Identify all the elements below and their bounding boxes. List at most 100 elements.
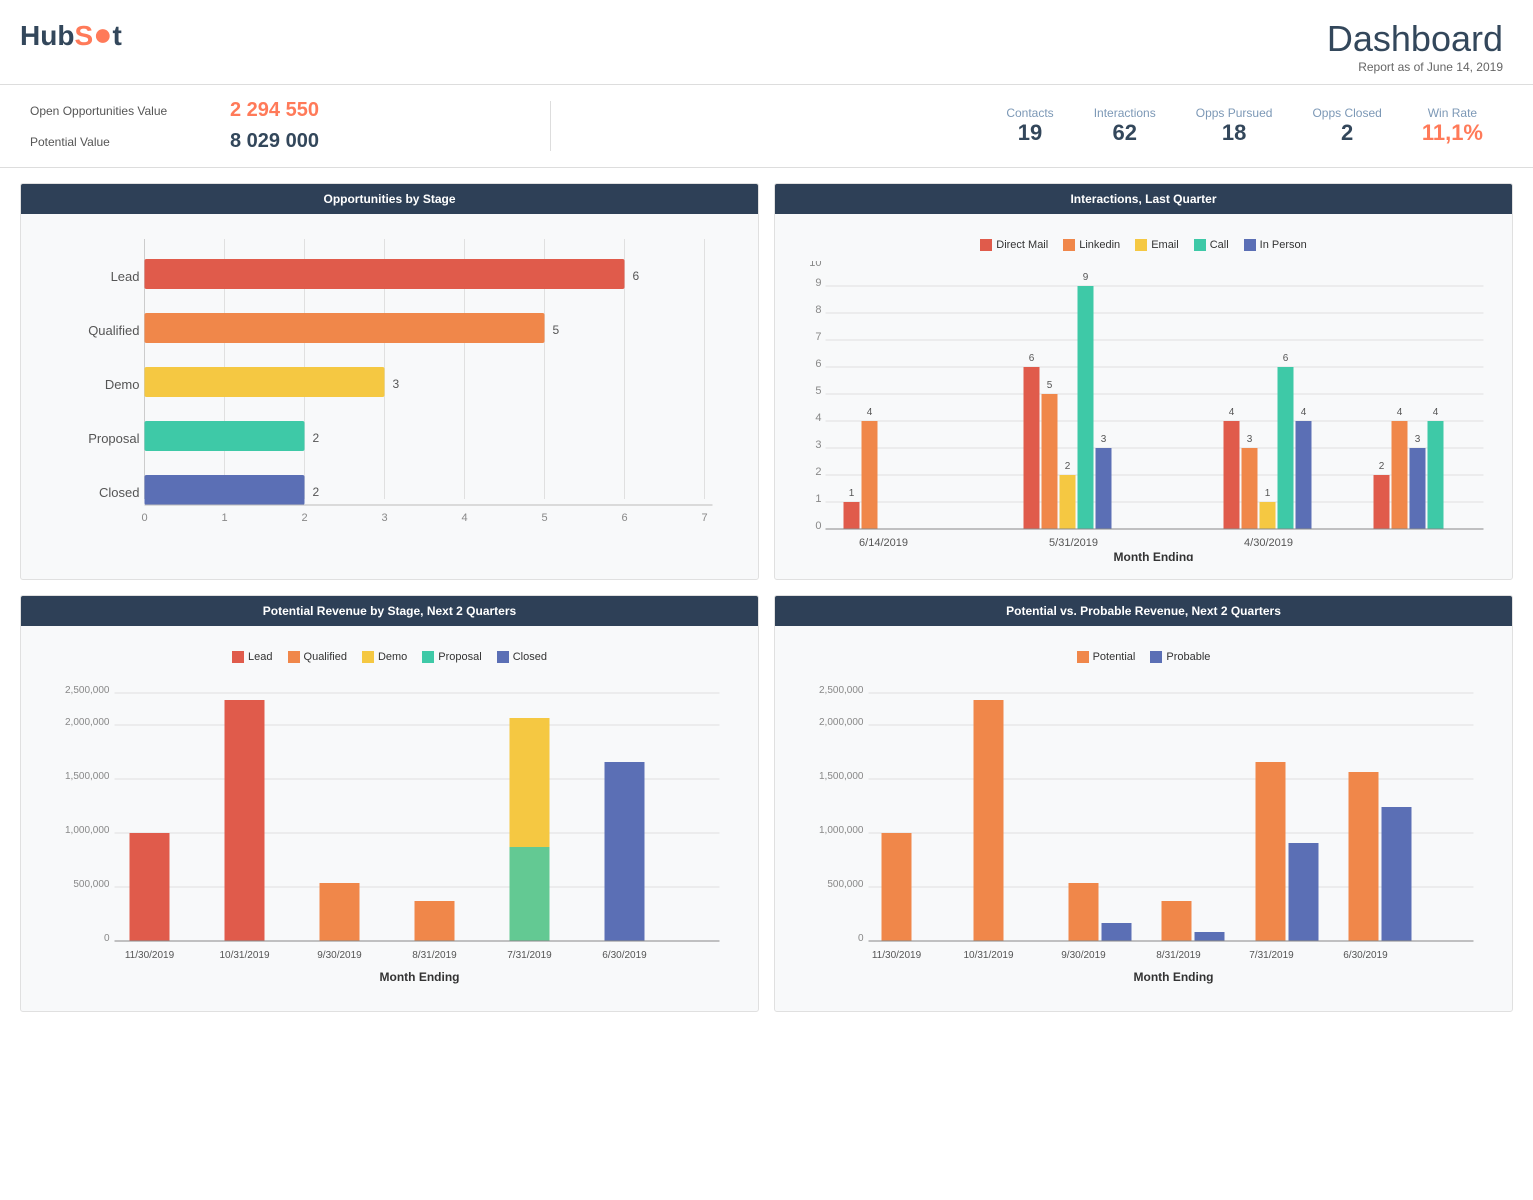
- open-opps-label: Open Opportunities Value: [30, 104, 230, 118]
- svg-text:4: 4: [867, 407, 873, 418]
- metrics-left: Open Opportunities Value 2 294 550 Poten…: [30, 95, 530, 157]
- svg-text:2,500,000: 2,500,000: [819, 685, 864, 696]
- potential-color-4: [1077, 651, 1089, 663]
- in-person-color: [1244, 239, 1256, 251]
- potential-label-4: Potential: [1093, 651, 1136, 663]
- open-opps-metric: Open Opportunities Value 2 294 550: [30, 95, 530, 126]
- opps-closed-metric: Opps Closed 2: [1312, 106, 1381, 146]
- chart4-header: Potential vs. Probable Revenue, Next 2 Q…: [775, 596, 1512, 626]
- legend4-potential: Potential: [1077, 651, 1136, 663]
- legend-in-person: In Person: [1244, 239, 1307, 251]
- svg-text:2,500,000: 2,500,000: [65, 685, 110, 696]
- svg-text:2: 2: [301, 512, 307, 524]
- svg-text:Proposal: Proposal: [88, 431, 139, 446]
- closed-color-3: [497, 651, 509, 663]
- svg-text:7: 7: [701, 512, 707, 524]
- svg-text:3: 3: [1101, 434, 1107, 445]
- chart-potential-probable: Potential vs. Probable Revenue, Next 2 Q…: [774, 595, 1513, 1012]
- chart2-svg: 0 1 2 3 4 5 6 7 8 9 10: [790, 261, 1497, 561]
- svg-text:1,000,000: 1,000,000: [65, 825, 110, 836]
- svg-text:7/31/2019: 7/31/2019: [1249, 950, 1294, 961]
- legend3-qualified: Qualified: [288, 651, 347, 663]
- legend4-probable: Probable: [1150, 651, 1210, 663]
- svg-text:1: 1: [1265, 488, 1271, 499]
- chart2-header: Interactions, Last Quarter: [775, 184, 1512, 214]
- chart1-svg: Lead 6 Qualified 5 Demo 3 Proposal 2: [36, 229, 743, 549]
- legend3-proposal: Proposal: [422, 651, 481, 663]
- proposal-label-3: Proposal: [438, 651, 481, 663]
- charts-container: Opportunities by Stage Lead 6: [0, 168, 1533, 1042]
- svg-text:3: 3: [1247, 434, 1253, 445]
- interactions-label: Interactions: [1094, 106, 1156, 120]
- chart1-header: Opportunities by Stage: [21, 184, 758, 214]
- metrics-right: Contacts 19 Interactions 62 Opps Pursued…: [571, 106, 1503, 146]
- chart3-header: Potential Revenue by Stage, Next 2 Quart…: [21, 596, 758, 626]
- svg-text:5/31/2019: 5/31/2019: [1049, 537, 1098, 549]
- chart2-legend: Direct Mail Linkedin Email Call: [790, 229, 1497, 261]
- svg-text:3: 3: [1415, 434, 1421, 445]
- chart4-legend: Potential Probable: [790, 641, 1497, 673]
- svg-text:Closed: Closed: [99, 485, 139, 500]
- svg-text:1: 1: [221, 512, 227, 524]
- legend3-closed: Closed: [497, 651, 547, 663]
- svg-text:4: 4: [1433, 407, 1439, 418]
- opps-closed-value: 2: [1312, 120, 1381, 146]
- svg-text:500,000: 500,000: [73, 879, 110, 890]
- svg-text:5: 5: [553, 323, 560, 337]
- svg-text:1: 1: [815, 493, 821, 505]
- svg-text:5: 5: [815, 385, 821, 397]
- svg-text:7: 7: [815, 331, 821, 343]
- email-color: [1135, 239, 1147, 251]
- svg-text:1,000,000: 1,000,000: [819, 825, 864, 836]
- svg-text:2: 2: [815, 466, 821, 478]
- svg-text:1,500,000: 1,500,000: [65, 771, 110, 782]
- legend-direct-mail: Direct Mail: [980, 239, 1048, 251]
- win-rate-value: 11,1%: [1422, 120, 1483, 146]
- open-opps-value: 2 294 550: [230, 99, 319, 122]
- potential-metric: Potential Value 8 029 000: [30, 126, 530, 157]
- win-rate-label: Win Rate: [1422, 106, 1483, 120]
- email-label: Email: [1151, 239, 1179, 251]
- dashboard-title-block: Dashboard Report as of June 14, 2019: [1327, 18, 1503, 74]
- logo-text: HubS●t: [20, 18, 122, 52]
- legend-linkedin: Linkedin: [1063, 239, 1120, 251]
- svg-text:500,000: 500,000: [827, 879, 864, 890]
- chart2-body: Direct Mail Linkedin Email Call: [775, 214, 1512, 579]
- svg-text:Month Ending: Month Ending: [1114, 550, 1194, 561]
- svg-text:6: 6: [815, 358, 821, 370]
- charts-row-2: Potential Revenue by Stage, Next 2 Quart…: [20, 595, 1513, 1012]
- qualified-color-3: [288, 651, 300, 663]
- opps-pursued-label: Opps Pursued: [1196, 106, 1273, 120]
- contacts-metric: Contacts 19: [1006, 106, 1053, 146]
- svg-text:6/30/2019: 6/30/2019: [602, 950, 647, 961]
- probable-label-4: Probable: [1166, 651, 1210, 663]
- svg-text:4: 4: [461, 512, 467, 524]
- svg-text:0: 0: [104, 933, 110, 944]
- win-rate-metric: Win Rate 11,1%: [1422, 106, 1483, 146]
- svg-text:3: 3: [393, 377, 400, 391]
- svg-text:4: 4: [1229, 407, 1235, 418]
- chart3-legend: Lead Qualified Demo Proposal: [36, 641, 743, 673]
- svg-text:4/30/2019: 4/30/2019: [1244, 537, 1293, 549]
- svg-text:9: 9: [815, 277, 821, 289]
- legend-email: Email: [1135, 239, 1179, 251]
- call-color: [1194, 239, 1206, 251]
- svg-text:8/31/2019: 8/31/2019: [1156, 950, 1201, 961]
- svg-text:2,000,000: 2,000,000: [65, 717, 110, 728]
- svg-text:6: 6: [633, 269, 640, 283]
- svg-text:2: 2: [313, 485, 320, 499]
- svg-text:2: 2: [313, 431, 320, 445]
- metrics-row: Open Opportunities Value 2 294 550 Poten…: [0, 84, 1533, 168]
- charts-row-1: Opportunities by Stage Lead 6: [20, 183, 1513, 580]
- svg-text:Demo: Demo: [105, 377, 140, 392]
- report-date: Report as of June 14, 2019: [1327, 60, 1503, 74]
- opps-pursued-metric: Opps Pursued 18: [1196, 106, 1273, 146]
- svg-text:6/14/2019: 6/14/2019: [859, 537, 908, 549]
- demo-color-3: [362, 651, 374, 663]
- svg-text:3: 3: [815, 439, 821, 451]
- contacts-label: Contacts: [1006, 106, 1053, 120]
- svg-text:5: 5: [541, 512, 547, 524]
- svg-text:9/30/2019: 9/30/2019: [1061, 950, 1106, 961]
- svg-text:3: 3: [381, 512, 387, 524]
- svg-text:7/31/2019: 7/31/2019: [507, 950, 552, 961]
